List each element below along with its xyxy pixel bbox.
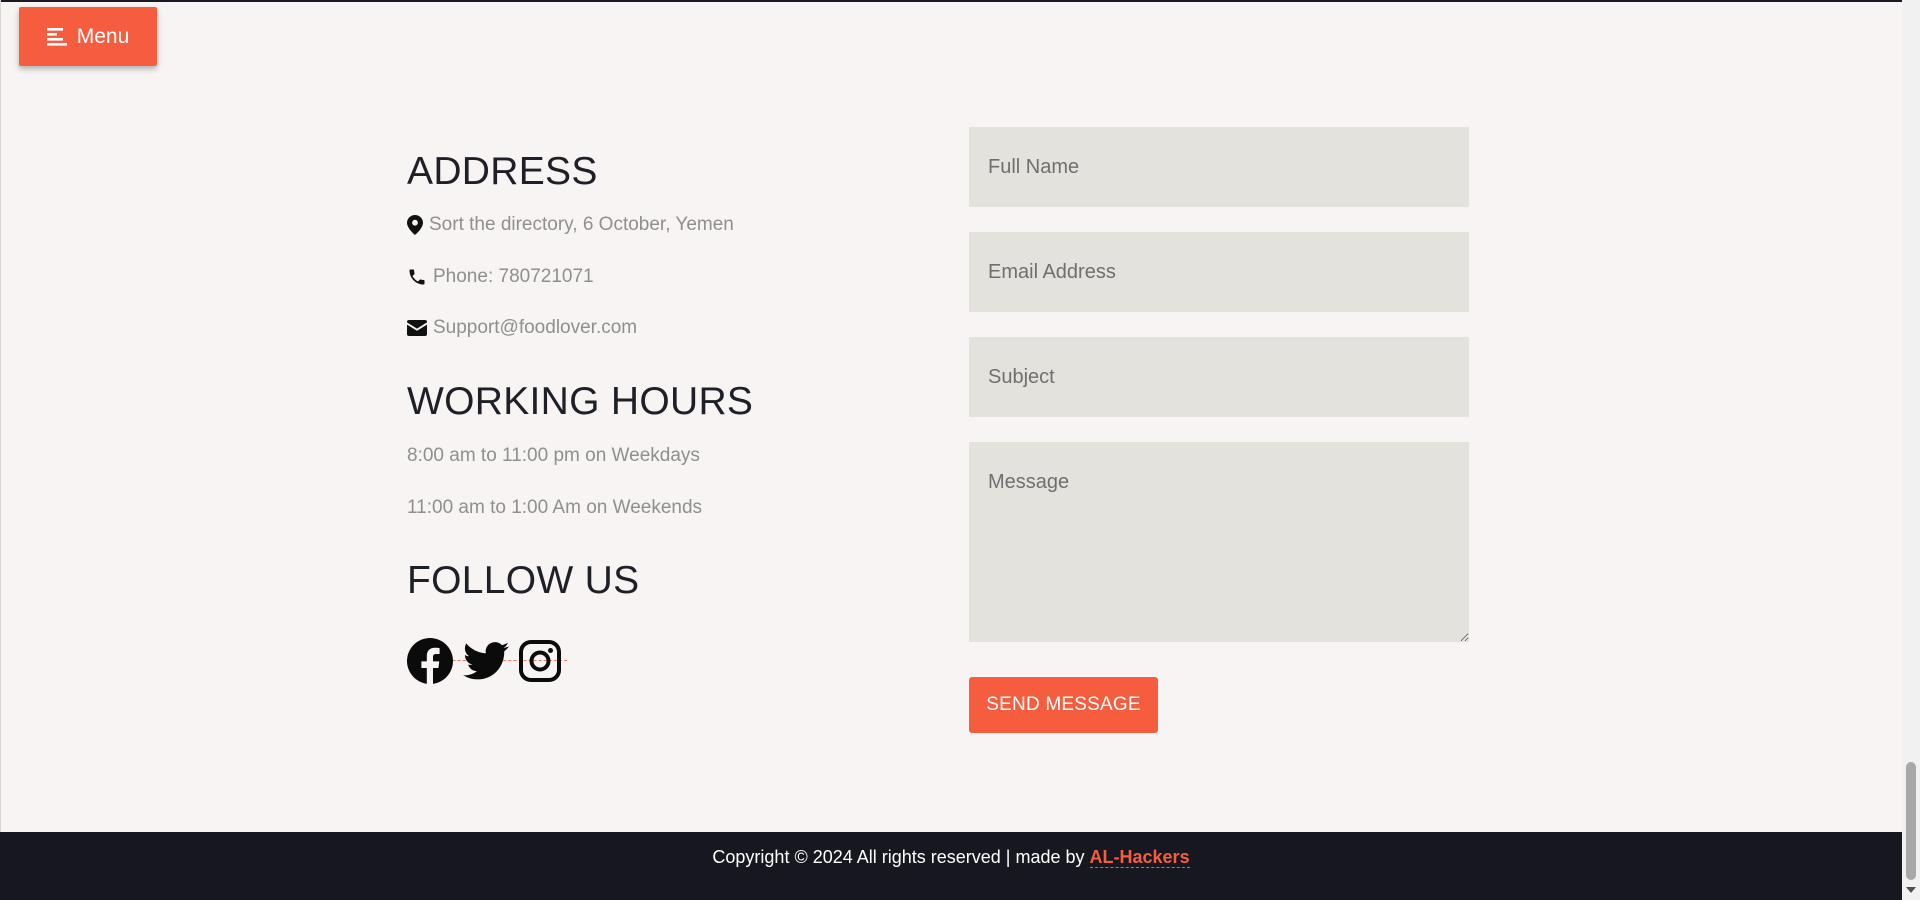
hours-weekdays: 8:00 am to 11:00 pm on Weekdays: [407, 445, 700, 466]
address-phone-text: Phone: 780721071: [433, 266, 594, 287]
message-textarea[interactable]: [969, 442, 1469, 642]
address-phone-line: Phone: 780721071: [407, 266, 594, 288]
map-pin-icon: [407, 215, 423, 235]
menu-lines-icon: [46, 27, 67, 46]
menu-label: Menu: [76, 24, 130, 48]
scroll-down-arrow-icon[interactable]: [1906, 887, 1916, 893]
address-title: ADDRESS: [407, 150, 598, 193]
page-scrollbar[interactable]: [1902, 0, 1920, 900]
footer-copyright: Copyright © 2024 All rights reserved | m…: [712, 847, 1190, 868]
email-input[interactable]: [969, 232, 1469, 312]
footer-brand-link[interactable]: AL-Hackers: [1089, 847, 1190, 868]
twitter-link[interactable]: [463, 641, 509, 681]
twitter-icon: [463, 642, 509, 680]
scrollbar-thumb[interactable]: [1906, 762, 1916, 880]
phone-icon: [407, 267, 427, 287]
full-name-input[interactable]: [969, 127, 1469, 207]
address-location-text: Sort the directory, 6 October, Yemen: [429, 214, 734, 235]
social-links: [407, 638, 567, 684]
instagram-link[interactable]: [519, 640, 561, 682]
subject-input[interactable]: [969, 337, 1469, 417]
footer: Copyright © 2024 All rights reserved | m…: [0, 832, 1902, 900]
send-message-button[interactable]: SEND MESSAGE: [969, 677, 1158, 733]
address-email-line: Support@foodlover.com: [407, 317, 637, 339]
follow-us-title: FOLLOW US: [407, 559, 640, 602]
address-location-line: Sort the directory, 6 October, Yemen: [407, 214, 734, 236]
facebook-link[interactable]: [407, 638, 453, 684]
working-hours-title: WORKING HOURS: [407, 380, 754, 423]
instagram-icon: [519, 640, 561, 682]
facebook-icon: [407, 638, 453, 684]
address-email-text: Support@foodlover.com: [433, 317, 638, 338]
footer-copyright-text: Copyright © 2024 All rights reserved | m…: [712, 847, 1090, 867]
contact-page: Menu ADDRESS Sort the directory, 6 Octob…: [0, 0, 1920, 900]
top-border: [0, 0, 1902, 2]
left-border: [0, 0, 1, 832]
envelope-icon: [407, 320, 427, 336]
menu-button[interactable]: Menu: [19, 7, 157, 66]
hours-weekends: 11:00 am to 1:00 Am on Weekends: [407, 497, 703, 518]
